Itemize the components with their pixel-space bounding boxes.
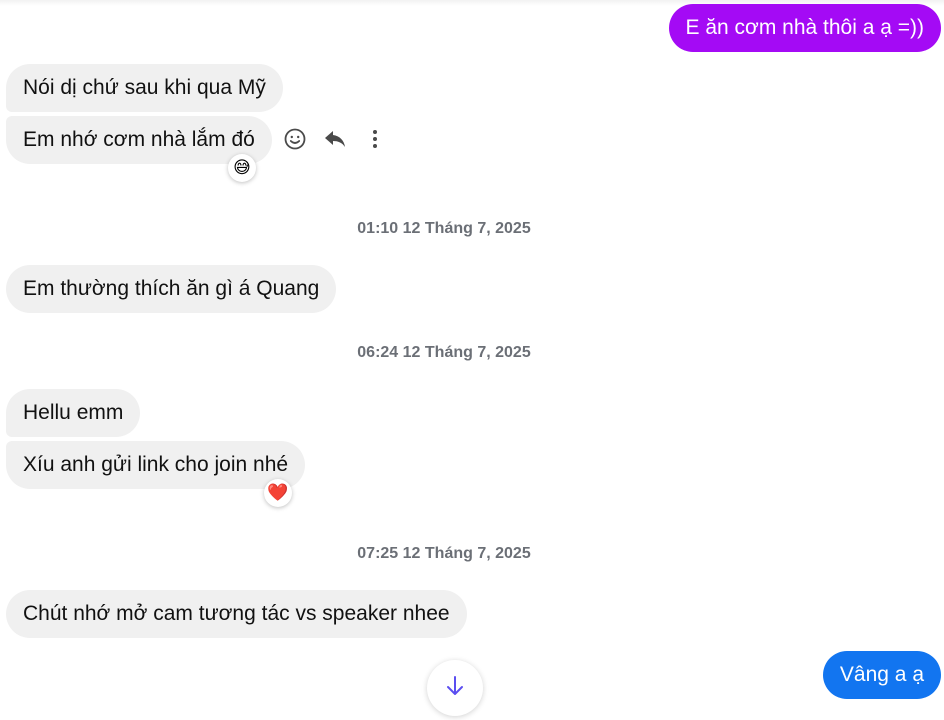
timestamp-divider: 07:25 12 Tháng 7, 2025 (357, 545, 531, 562)
message-bubble-incoming[interactable]: Hellu emm (6, 389, 141, 437)
message-bubble-incoming[interactable]: Em thường thích ăn gì á Quang (6, 265, 337, 313)
chat-thread: E ăn cơm nhà thôi a ạ =)) Nói dị chứ sau… (0, 0, 944, 720)
timestamp-divider: 06:24 12 Tháng 7, 2025 (357, 344, 531, 361)
reaction-emoji[interactable]: ❤️ (264, 479, 292, 507)
timestamp-divider: 01:10 12 Tháng 7, 2025 (357, 220, 531, 237)
message-bubble-outgoing[interactable]: Vâng a ạ (822, 651, 941, 699)
scroll-to-bottom-button[interactable] (427, 660, 483, 716)
react-icon[interactable] (280, 124, 310, 154)
message-bubble-incoming[interactable]: Chút nhớ mở cam tương tác vs speaker nhe… (6, 590, 467, 638)
message-bubble-incoming[interactable]: Xíu anh gửi link cho join nhé (6, 441, 306, 489)
message-hover-actions (280, 124, 400, 154)
reaction-emoji[interactable]: 😅 (228, 154, 256, 182)
reply-icon[interactable] (320, 124, 350, 154)
message-bubble-incoming[interactable]: Nói dị chứ sau khi qua Mỹ (6, 64, 283, 112)
message-bubble-outgoing[interactable]: E ăn cơm nhà thôi a ạ =)) (668, 4, 941, 52)
more-options-icon[interactable] (360, 124, 390, 154)
arrow-down-icon (442, 673, 468, 704)
